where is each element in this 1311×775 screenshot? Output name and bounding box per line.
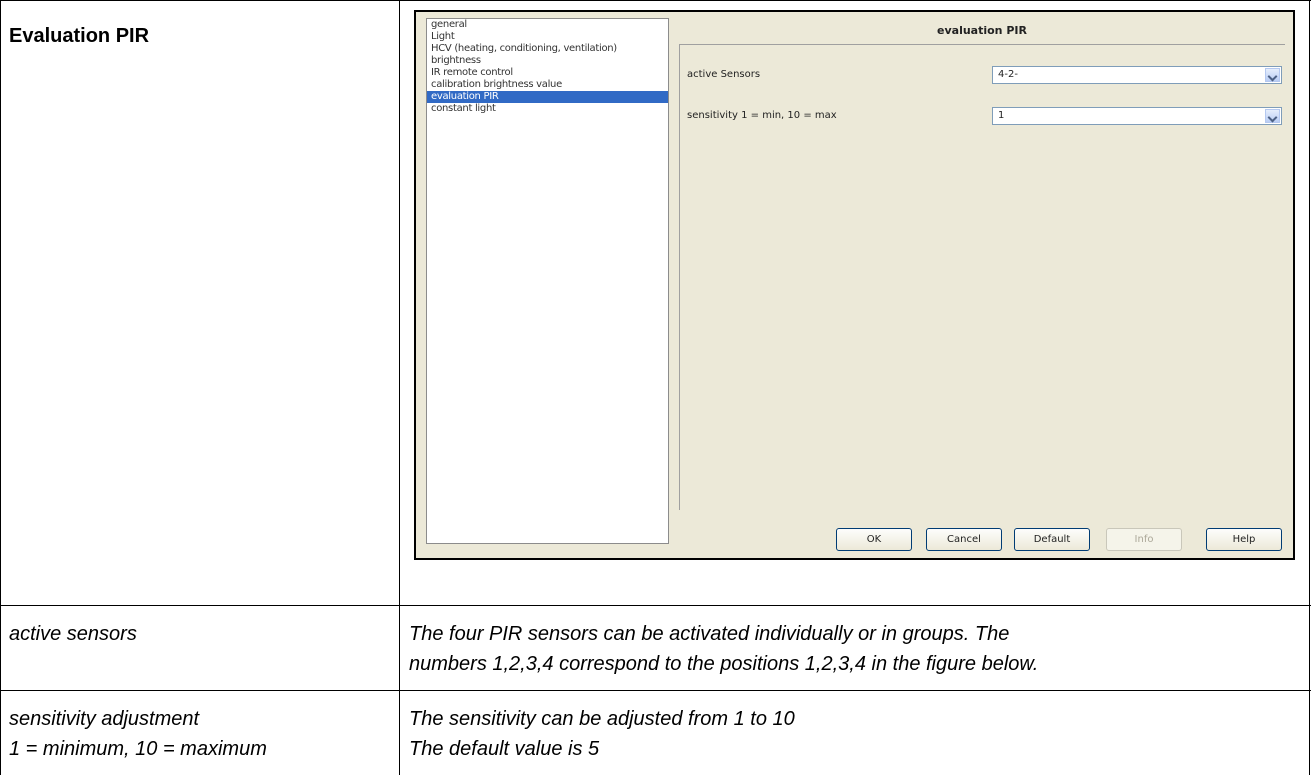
table-row-divider-2 (0, 690, 1311, 691)
sensitivity-label: sensitivity 1 = min, 10 = max (687, 110, 837, 121)
chevron-down-icon[interactable] (1265, 68, 1280, 82)
table-border-left (0, 0, 1, 775)
nav-item-calibration-brightness[interactable]: calibration brightness value (427, 79, 668, 91)
term-sensitivity-range: 1 = minimum, 10 = maximum (9, 738, 267, 760)
nav-item-constant-light[interactable]: constant light (427, 103, 668, 115)
nav-item-brightness[interactable]: brightness (427, 55, 668, 67)
section-heading: Evaluation PIR (9, 25, 150, 47)
table-border-right (1309, 0, 1310, 775)
description-line: The sensitivity can be adjusted from 1 t… (409, 708, 795, 730)
table-border-top (0, 0, 1311, 1)
default-button[interactable]: Default (1014, 528, 1090, 551)
help-button[interactable]: Help (1206, 528, 1282, 551)
info-button: Info (1106, 528, 1182, 551)
table-column-divider (399, 0, 400, 775)
parameter-category-list[interactable]: general Light HCV (heating, conditioning… (426, 18, 669, 544)
cancel-button[interactable]: Cancel (926, 528, 1002, 551)
term-active-sensors: active sensors (9, 623, 137, 645)
chevron-down-icon[interactable] (1265, 109, 1280, 123)
ok-button[interactable]: OK (836, 528, 912, 551)
description-line: numbers 1,2,3,4 correspond to the positi… (409, 653, 1039, 675)
panel-title: evaluation PIR (937, 24, 1027, 37)
description-line: The four PIR sensors can be activated in… (409, 623, 1010, 645)
nav-item-hcv[interactable]: HCV (heating, conditioning, ventilation) (427, 43, 668, 55)
description-line: The default value is 5 (409, 738, 600, 760)
sensitivity-select[interactable]: 1 (992, 107, 1282, 125)
nav-item-evaluation-pir[interactable]: evaluation PIR (427, 91, 668, 103)
nav-item-light[interactable]: Light (427, 31, 668, 43)
term-sensitivity: sensitivity adjustment (9, 708, 200, 730)
parameter-dialog: general Light HCV (heating, conditioning… (414, 10, 1295, 560)
active-sensors-value: 4-2- (998, 69, 1018, 80)
nav-item-general[interactable]: general (427, 19, 668, 31)
active-sensors-select[interactable]: 4-2- (992, 66, 1282, 84)
sensitivity-value: 1 (998, 110, 1005, 121)
active-sensors-label: active Sensors (687, 69, 761, 80)
table-row-divider-1 (0, 605, 1311, 606)
nav-item-ir-remote-control[interactable]: IR remote control (427, 67, 668, 79)
